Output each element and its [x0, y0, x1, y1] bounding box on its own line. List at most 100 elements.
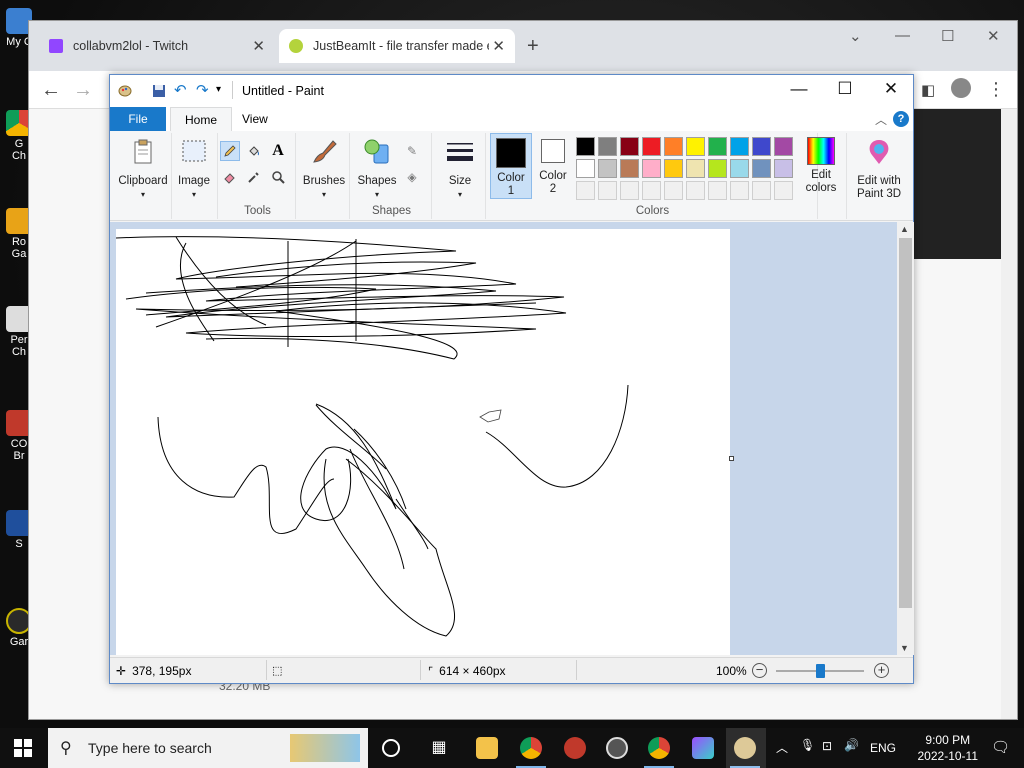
palette-swatch[interactable]: [598, 159, 617, 178]
palette-swatch[interactable]: [730, 137, 749, 156]
maximize-icon[interactable]: ☐: [941, 27, 954, 45]
palette-swatch[interactable]: [620, 159, 639, 178]
task-view-icon[interactable]: ▦: [428, 737, 450, 759]
drawing-canvas[interactable]: [115, 229, 730, 655]
palette-swatch[interactable]: [620, 137, 639, 156]
brushes-button[interactable]: Brushes ▾: [300, 137, 348, 201]
profile-icon[interactable]: [951, 78, 971, 98]
taskbar-search[interactable]: ⚲ Type here to search: [48, 728, 368, 768]
notifications-icon[interactable]: 🗨: [991, 738, 1010, 756]
palette-swatch-empty[interactable]: [576, 181, 595, 200]
forward-icon[interactable]: →: [73, 79, 93, 102]
menu-icon[interactable]: ⋮: [987, 79, 1005, 100]
palette-swatch[interactable]: [598, 137, 617, 156]
scroll-down-icon[interactable]: ▼: [900, 643, 909, 653]
color1-button[interactable]: Color 1: [490, 133, 532, 199]
eraser-tool[interactable]: [220, 167, 240, 187]
color2-button[interactable]: Color 2: [534, 133, 572, 196]
customize-qat-icon[interactable]: ▾: [216, 84, 221, 95]
palette-swatch[interactable]: [664, 137, 683, 156]
microphone-icon[interactable]: 🎙: [800, 738, 815, 752]
minimize-icon[interactable]: —: [895, 27, 910, 44]
palette-swatch[interactable]: [642, 137, 661, 156]
edit-colors-button[interactable]: Edit colors: [798, 137, 844, 195]
canvas-resize-handle[interactable]: [729, 456, 734, 461]
palette-swatch[interactable]: [686, 137, 705, 156]
palette-swatch[interactable]: [686, 159, 705, 178]
redo-icon[interactable]: ↷: [196, 81, 209, 99]
shapes-button[interactable]: Shapes ▾: [354, 137, 400, 201]
back-icon[interactable]: ←: [41, 79, 61, 102]
zoom-slider-thumb[interactable]: [816, 664, 825, 678]
palette-swatch[interactable]: [664, 159, 683, 178]
scroll-up-icon[interactable]: ▲: [900, 224, 909, 234]
fill-button[interactable]: ◈: [402, 167, 422, 187]
language-indicator[interactable]: ENG: [870, 741, 896, 755]
file-explorer-icon[interactable]: [476, 737, 498, 759]
palette-swatch[interactable]: [708, 159, 727, 178]
clipboard-button[interactable]: Clipboard ▾: [116, 137, 170, 201]
maximize-icon[interactable]: ☐: [822, 79, 868, 99]
palette-swatch-empty[interactable]: [686, 181, 705, 200]
app-taskbar-icon[interactable]: [564, 737, 586, 759]
close-icon[interactable]: ✕: [868, 79, 914, 99]
sidebar-icon[interactable]: ◧: [921, 81, 935, 99]
close-icon[interactable]: ✕: [492, 37, 505, 55]
obs-icon[interactable]: [606, 737, 628, 759]
tab-view[interactable]: View: [228, 107, 282, 131]
palette-swatch[interactable]: [730, 159, 749, 178]
undo-icon[interactable]: ↶: [174, 81, 187, 99]
zoom-out-button[interactable]: −: [752, 663, 767, 678]
palette-swatch-empty[interactable]: [774, 181, 793, 200]
minimize-icon[interactable]: —: [776, 79, 822, 99]
color-picker-tool[interactable]: [244, 167, 264, 187]
save-icon[interactable]: [152, 84, 166, 98]
palette-swatch[interactable]: [774, 159, 793, 178]
scroll-thumb[interactable]: [899, 238, 912, 608]
page-scrollbar[interactable]: [1001, 109, 1017, 719]
network-icon[interactable]: ⊡: [822, 739, 832, 753]
paint3d-taskbar-icon[interactable]: [692, 737, 714, 759]
volume-icon[interactable]: 🔊: [844, 738, 859, 752]
text-tool[interactable]: A: [268, 141, 288, 161]
collapse-ribbon-icon[interactable]: ︿: [875, 111, 887, 128]
tab-file[interactable]: File: [110, 107, 166, 131]
canvas-vertical-scrollbar[interactable]: ▲ ▼: [897, 222, 914, 655]
tab-twitch[interactable]: collabvm2lol - Twitch ✕: [39, 29, 275, 63]
image-button[interactable]: Image ▾: [174, 137, 214, 201]
new-tab-button[interactable]: +: [527, 35, 539, 58]
zoom-in-button[interactable]: +: [874, 663, 889, 678]
edit-with-paint3d-button[interactable]: Edit with Paint 3D: [847, 137, 911, 201]
palette-swatch-empty[interactable]: [664, 181, 683, 200]
chrome-taskbar-icon-2[interactable]: [648, 737, 670, 759]
palette-swatch[interactable]: [708, 137, 727, 156]
fill-tool[interactable]: [244, 141, 264, 161]
tab-home[interactable]: Home: [170, 107, 233, 131]
palette-swatch-empty[interactable]: [752, 181, 771, 200]
clock[interactable]: 9:00 PM 2022-10-11: [918, 732, 979, 764]
palette-swatch[interactable]: [752, 137, 771, 156]
chevron-down-icon[interactable]: ⌄: [849, 27, 862, 45]
cortana-icon[interactable]: [382, 739, 400, 757]
tab-justbeamit[interactable]: JustBeamIt - file transfer made e ✕: [279, 29, 515, 63]
palette-swatch-empty[interactable]: [620, 181, 639, 200]
palette-swatch[interactable]: [576, 159, 595, 178]
palette-swatch-empty[interactable]: [708, 181, 727, 200]
help-icon[interactable]: ?: [893, 111, 909, 127]
pencil-tool[interactable]: [220, 141, 240, 161]
palette-swatch-empty[interactable]: [730, 181, 749, 200]
close-icon[interactable]: ✕: [987, 27, 1000, 45]
close-icon[interactable]: ✕: [252, 37, 265, 55]
chrome-taskbar-icon[interactable]: [520, 737, 542, 759]
palette-swatch[interactable]: [576, 137, 595, 156]
size-button[interactable]: Size ▾: [436, 137, 484, 201]
outline-button[interactable]: ✎: [402, 141, 422, 161]
palette-swatch[interactable]: [642, 159, 661, 178]
magnifier-tool[interactable]: [268, 167, 288, 187]
palette-swatch[interactable]: [752, 159, 771, 178]
palette-swatch-empty[interactable]: [642, 181, 661, 200]
chevron-up-icon[interactable]: ︿: [776, 739, 788, 756]
windows-start-icon[interactable]: [14, 739, 32, 757]
palette-swatch[interactable]: [774, 137, 793, 156]
palette-swatch-empty[interactable]: [598, 181, 617, 200]
